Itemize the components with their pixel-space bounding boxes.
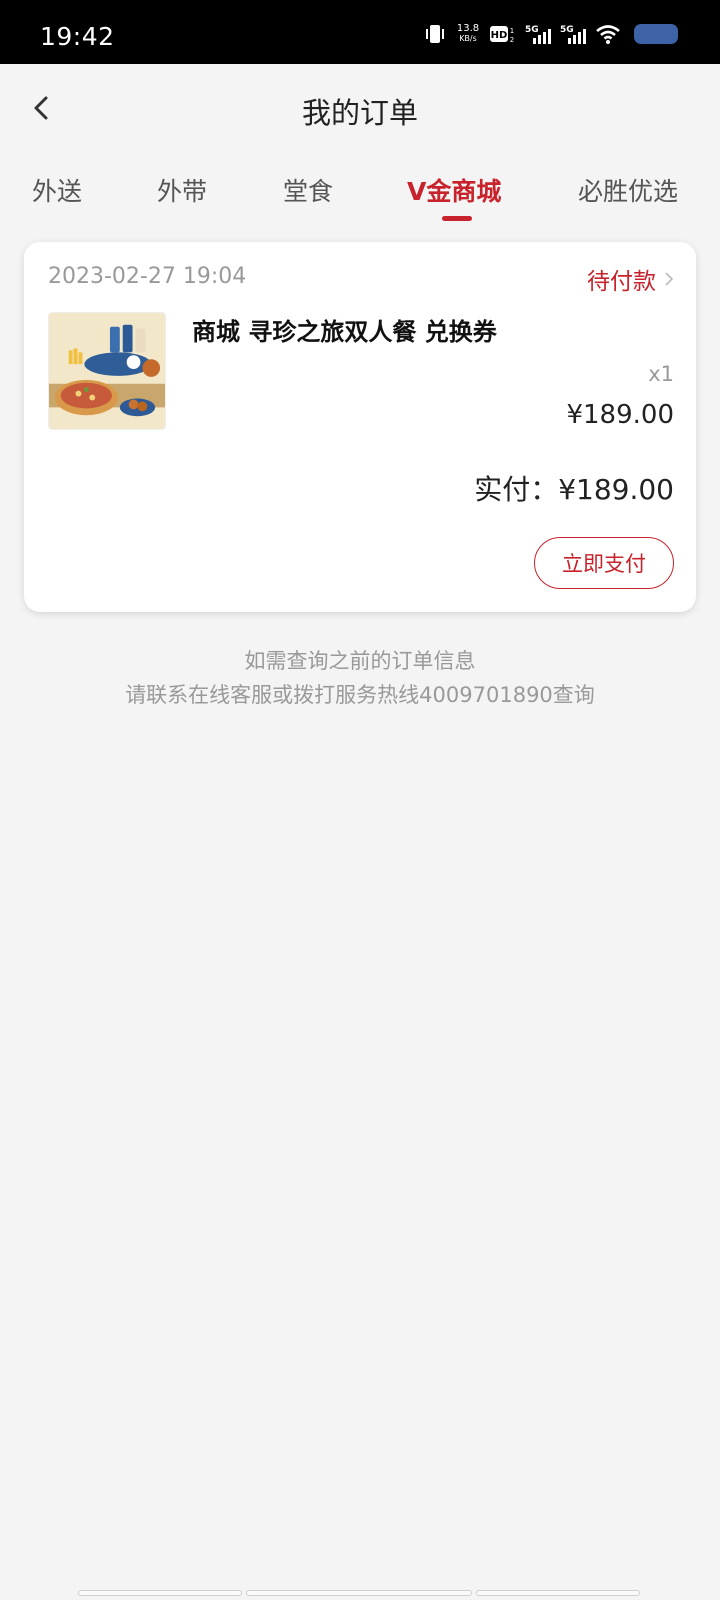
status-time: 19:42 [40,22,115,51]
sim2-label: 5G [560,25,574,35]
notice-line-1: 如需查询之前的订单信息 [244,649,476,673]
tab-delivery[interactable]: 外送 [32,172,82,208]
order-tabs: 外送 外带 堂食 V金商城 必胜优选 [0,164,720,230]
pay-now-button[interactable]: 立即支付 [534,537,674,589]
notice-line-2: 请联系在线客服或拨打服务热线4009701890查询 [125,683,595,707]
order-status[interactable]: 待付款 [587,262,674,296]
chevron-right-icon [665,272,674,286]
hd-label: HD [491,30,508,41]
tab-dine-in[interactable]: 堂食 [283,172,333,208]
status-icons: 13.8 KB/s HD 1 2 5G 5G [424,22,678,46]
page-title: 我的订单 [301,96,418,130]
signal-icon: 5G [560,25,586,44]
home-indicator-segment [476,1590,640,1596]
status-bar: 19:42 13.8 KB/s HD 1 2 5G 5G [0,0,720,64]
network-speed-value: 13.8 [456,23,480,34]
vibrate-icon [426,25,444,43]
order-card[interactable]: 2023-02-27 19:04 待付款 商城 寻珍之旅双人餐 兑换券 x1 ¥… [24,242,696,612]
order-status-label: 待付款 [587,269,656,295]
tab-selected-goods[interactable]: 必胜优选 [578,172,678,208]
tab-vgold-mall[interactable]: V金商城 [407,172,501,208]
network-speed-unit: KB/s [459,34,477,43]
product-image [48,312,166,430]
home-indicator-segment [246,1590,472,1596]
network-speed: 13.8 KB/s [455,24,481,44]
sim1-label: 5G [525,25,539,35]
wifi-icon [596,25,620,44]
tab-takeaway[interactable]: 外带 [157,172,207,208]
order-date: 2023-02-27 19:04 [48,264,247,289]
battery-icon [634,24,678,44]
header: 我的订单 [0,64,720,154]
active-tab-indicator [442,216,472,221]
home-indicator-segment [78,1590,242,1596]
product-quantity: x1 [648,362,674,386]
home-indicator [78,1590,642,1598]
svg-text:2: 2 [510,36,514,44]
paid-amount: 实付：¥189.00 [474,473,674,506]
hd-icon: HD 1 2 [490,26,514,44]
product-price: ¥189.00 [566,400,674,430]
signal-icon: 5G [525,25,551,44]
history-notice: 如需查询之前的订单信息 请联系在线客服或拨打服务热线4009701890查询 [0,644,720,712]
svg-text:1: 1 [510,27,514,35]
product-name: 商城 寻珍之旅双人餐 兑换券 [192,318,497,346]
